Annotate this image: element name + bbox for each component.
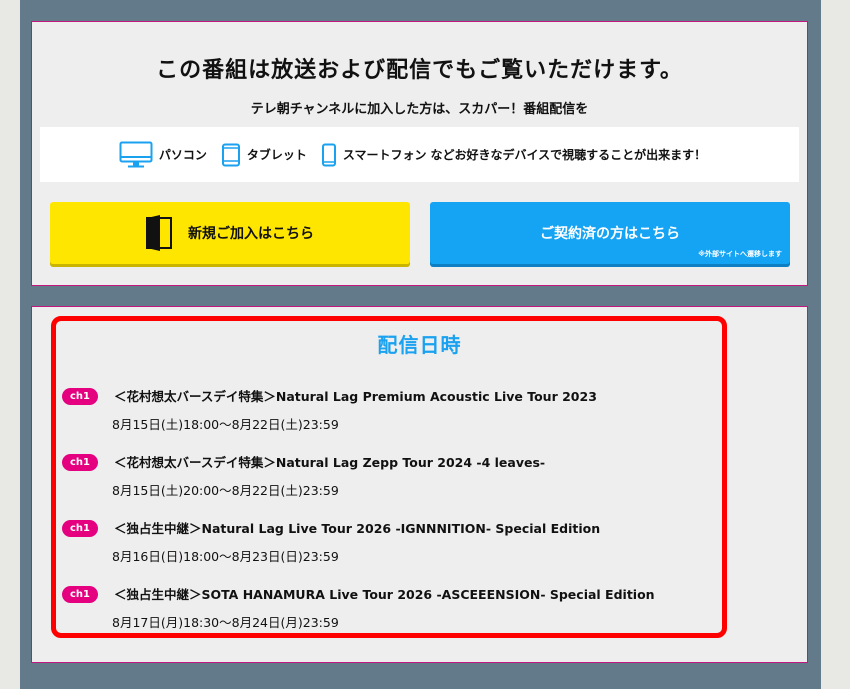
entry-datetime: 8月15日(土)20:00～8月22日(土)23:59 — [112, 483, 339, 498]
new-subscription-label: 新規ご加入はこちら — [188, 226, 314, 242]
promo-headline: この番組は放送および配信でもご覧いただけます。 — [156, 58, 683, 83]
promo-panel: この番組は放送および配信でもご覧いただけます。 テレ朝チャンネルに加入した方は、… — [31, 21, 808, 286]
device-tablet-label: タブレット — [246, 148, 307, 162]
schedule-panel: 配信日時 ch1 ＜花村想太バースデイ特集＞Natural Lag Premiu… — [31, 306, 808, 663]
tablet-icon — [221, 143, 240, 166]
entry-title: ＜独占生中継＞SOTA HANAMURA Live Tour 2026 -ASC… — [114, 587, 655, 602]
device-tail-text: などお好きなデバイスで視聴することが出来ます！ — [430, 148, 707, 162]
device-smartphone: スマートフォン などお好きなデバイスで視聴することが出来ます！ — [321, 143, 706, 167]
channel-badge: ch1 — [62, 520, 98, 537]
channel-badge: ch1 — [62, 454, 98, 471]
device-pc-label: パソコン — [158, 148, 207, 162]
entry-title: ＜花村想太バースデイ特集＞Natural Lag Zepp Tour 2024 … — [114, 455, 546, 470]
promo-subline: テレ朝チャンネルに加入した方は、スカパー！番組配信を — [250, 102, 589, 117]
smartphone-icon — [321, 143, 336, 166]
entry-datetime: 8月16日(日)18:00～8月23日(日)23:59 — [112, 549, 339, 564]
device-pc: パソコン — [119, 141, 207, 169]
schedule-title: 配信日時 — [377, 333, 462, 357]
page-frame: この番組は放送および配信でもご覧いただけます。 テレ朝チャンネルに加入した方は、… — [20, 0, 821, 689]
entry-title: ＜独占生中継＞Natural Lag Live Tour 2026 -IGNNN… — [114, 521, 601, 536]
channel-badge: ch1 — [62, 586, 98, 603]
existing-member-button[interactable]: ご契約済の方はこちら ※外部サイトへ遷移します — [430, 202, 790, 264]
new-subscription-button[interactable]: 新規ご加入はこちら — [50, 202, 410, 264]
device-list: パソコン タブレット スマートフォン などお好きなデバイスで視聴することが出来ま… — [40, 127, 799, 182]
entry-title: ＜花村想太バースデイ特集＞Natural Lag Premium Acousti… — [114, 389, 597, 404]
channel-badge: ch1 — [62, 388, 98, 405]
door-icon — [146, 215, 172, 251]
device-smartphone-label: スマートフォン — [342, 148, 427, 162]
monitor-icon — [119, 141, 153, 167]
entry-datetime: 8月15日(土)18:00～8月22日(土)23:59 — [112, 417, 339, 432]
device-tablet: タブレット — [221, 143, 307, 167]
entry-datetime: 8月17日(月)18:30～8月24日(月)23:59 — [112, 615, 339, 630]
existing-member-label: ご契約済の方はこちら — [540, 226, 680, 242]
external-site-note: ※外部サイトへ遷移します — [698, 250, 782, 258]
